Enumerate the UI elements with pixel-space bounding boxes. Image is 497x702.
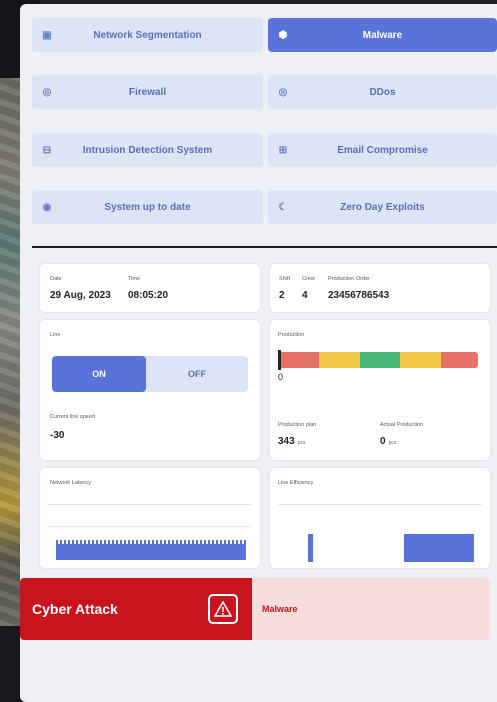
actual-production-unit: pcs [388, 440, 397, 446]
datetime-card: Date 29 Aug, 2023 Time 08:05:20 [40, 264, 260, 312]
actual-production-label: Actual Production [380, 422, 424, 428]
crew-label: Crew [302, 276, 315, 282]
production-plan-value: 343 pcs [278, 436, 305, 447]
threat-label: System up to date [104, 201, 191, 213]
line-efficiency-label: Line Efficiency [278, 480, 314, 486]
shield-icon: ◎ [42, 86, 52, 98]
warning-icon [208, 594, 238, 624]
threat-label: Intrusion Detection System [82, 144, 213, 156]
network-latency-label: Network Latency [50, 480, 91, 486]
alert-threat-name: Malware [262, 604, 298, 614]
threat-button-email-compromise[interactable]: ⊞ Email Compromise [268, 133, 497, 167]
efficiency-bar [404, 534, 474, 562]
time-value: 08:05:20 [128, 290, 169, 301]
production-plan-label: Production plan [278, 422, 317, 428]
threat-label: Zero Day Exploits [340, 201, 425, 213]
actual-production-value: 0 pcs [380, 436, 396, 447]
alert-threat-panel: Malware [252, 578, 490, 640]
threat-button-network-segmentation[interactable]: ▣ Network Segmentation [32, 18, 263, 52]
shift-value: 2 [279, 290, 285, 301]
production-bar-value: 0 [278, 372, 284, 382]
latency-gridline [48, 504, 252, 505]
date-value: 29 Aug, 2023 [50, 290, 111, 301]
cyber-attack-alert: Cyber Attack [20, 578, 252, 640]
production-label: Production [278, 332, 305, 338]
shift-label: Shift [279, 276, 291, 282]
production-bar-segment [441, 352, 478, 368]
production-bar-segment [400, 352, 442, 368]
production-progress-bar [278, 352, 478, 368]
network-latency-card: Network Latency [40, 468, 260, 568]
crew-value: 4 [302, 290, 308, 301]
threat-label: Malware [362, 29, 403, 41]
grid-icon: ▣ [42, 29, 52, 41]
production-bar-segment [359, 352, 401, 368]
threat-button-system-up-to-date[interactable]: ◉ System up to date [32, 190, 263, 224]
threat-button-ddos[interactable]: ◎ DDos [268, 75, 497, 109]
line-on-off-toggle[interactable]: ON OFF [52, 356, 248, 392]
line-off-button[interactable]: OFF [146, 356, 248, 392]
line-efficiency-card: Line Efficiency [270, 468, 490, 568]
target-icon: ◎ [278, 86, 288, 98]
production-plan-unit: pcs [297, 440, 306, 446]
production-bar-marker [278, 350, 281, 370]
production-order-value: 23456786543 [328, 290, 390, 301]
bug-icon: ⬢ [278, 29, 288, 41]
production-plan-number: 343 [278, 436, 295, 447]
shift-card: Shift 2 Crew 4 Production Order 23456786… [270, 264, 490, 312]
production-bar-segment [278, 352, 319, 368]
threat-button-firewall[interactable]: ◎ Firewall [32, 75, 263, 109]
actual-production-number: 0 [380, 436, 386, 447]
latency-area [56, 544, 246, 560]
threat-label: Email Compromise [337, 144, 428, 156]
production-card: Production 0 Production plan 343 pcs Actu… [270, 320, 490, 460]
threat-button-intrusion-detection[interactable]: ⊟ Intrusion Detection System [32, 133, 263, 167]
line-speed-label: Current line speed [50, 414, 95, 420]
threat-button-zero-day-exploits[interactable]: ☾ Zero Day Exploits [268, 190, 497, 224]
time-label: Time [128, 276, 141, 282]
efficiency-gridline [278, 504, 482, 505]
line-label: Line [50, 332, 61, 338]
threat-label: Network Segmentation [93, 29, 202, 41]
production-order-label: Production Order [328, 276, 370, 282]
mail-icon: ⊞ [278, 144, 288, 156]
date-label: Date [50, 276, 62, 282]
threat-label: DDos [369, 86, 396, 98]
server-icon: ⊟ [42, 144, 52, 156]
moon-icon: ☾ [278, 201, 288, 213]
threat-label: Firewall [128, 86, 167, 98]
efficiency-bar [308, 534, 313, 562]
latency-gridline [48, 526, 252, 527]
threat-button-malware[interactable]: ⬢ Malware [268, 18, 497, 52]
line-card: Line ON OFF Current line speed -30 [40, 320, 260, 460]
production-bar-segment [318, 352, 360, 368]
latency-noise [56, 540, 246, 544]
refresh-icon: ◉ [42, 201, 52, 213]
alert-title: Cyber Attack [32, 601, 118, 617]
line-on-button[interactable]: ON [52, 356, 146, 392]
line-speed-value: -30 [50, 430, 65, 441]
section-divider [32, 246, 497, 248]
